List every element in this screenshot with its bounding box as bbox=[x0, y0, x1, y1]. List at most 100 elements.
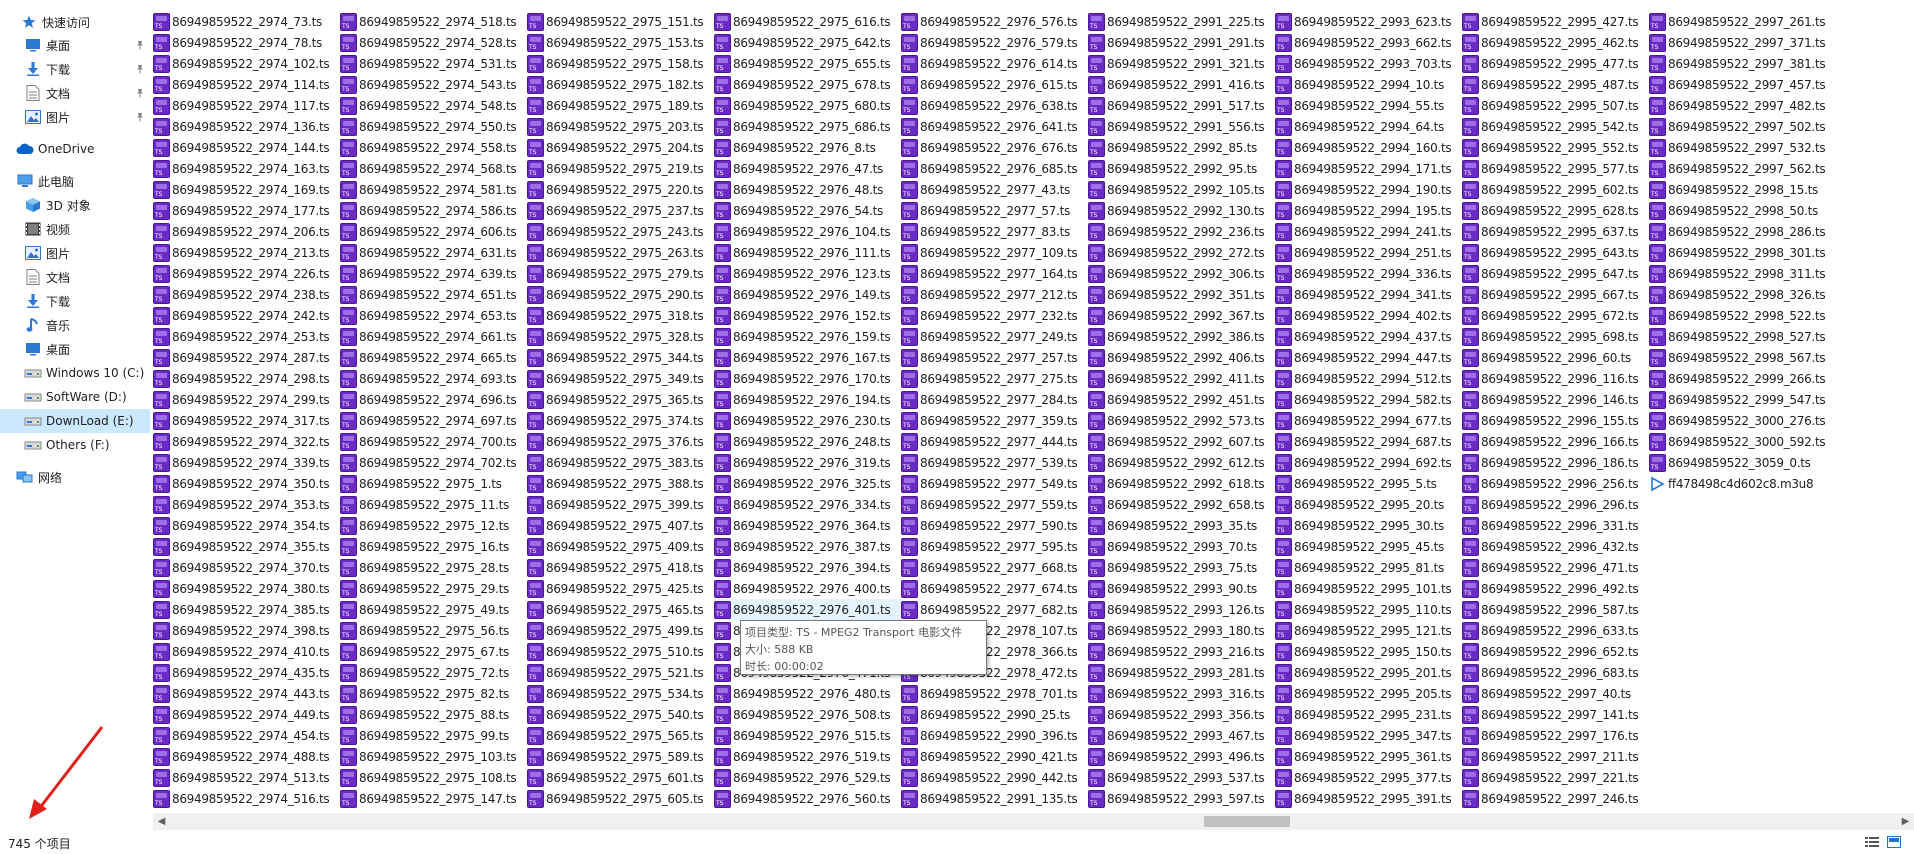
file-item[interactable]: 86949859522_2996_60.ts bbox=[1462, 347, 1650, 368]
file-item[interactable]: 86949859522_2976_560.ts bbox=[714, 788, 902, 809]
file-item[interactable]: 86949859522_2995_45.ts bbox=[1275, 536, 1463, 557]
file-item[interactable]: 86949859522_2996_587.ts bbox=[1462, 599, 1650, 620]
nav-item-cloud[interactable]: OneDrive bbox=[0, 137, 150, 161]
file-item[interactable]: 86949859522_2975_655.ts bbox=[714, 53, 902, 74]
file-item[interactable]: 86949859522_2976_394.ts bbox=[714, 557, 902, 578]
file-item[interactable]: 86949859522_2993_662.ts bbox=[1275, 32, 1463, 53]
file-item[interactable]: 86949859522_2974_700.ts bbox=[340, 431, 528, 452]
file-item[interactable]: 86949859522_2993_467.ts bbox=[1088, 725, 1276, 746]
file-item[interactable]: 86949859522_2995_628.ts bbox=[1462, 200, 1650, 221]
file-item[interactable]: 86949859522_2975_465.ts bbox=[527, 599, 715, 620]
file-item[interactable]: 86949859522_2975_349.ts bbox=[527, 368, 715, 389]
file-item[interactable]: 86949859522_2996_116.ts bbox=[1462, 368, 1650, 389]
file-item[interactable]: 86949859522_2977_232.ts bbox=[901, 305, 1089, 326]
file-item[interactable]: 86949859522_2997_482.ts bbox=[1649, 95, 1837, 116]
file-item[interactable]: 86949859522_2975_376.ts bbox=[527, 431, 715, 452]
file-item[interactable]: 86949859522_2996_471.ts bbox=[1462, 557, 1650, 578]
file-item[interactable]: 86949859522_2975_407.ts bbox=[527, 515, 715, 536]
file-item[interactable]: 86949859522_2994_447.ts bbox=[1275, 347, 1463, 368]
file-item[interactable]: 86949859522_3000_276.ts bbox=[1649, 410, 1837, 431]
file-item[interactable]: 86949859522_2975_88.ts bbox=[340, 704, 528, 725]
file-item[interactable]: 86949859522_2976_400.ts bbox=[714, 578, 902, 599]
file-item[interactable]: 86949859522_2992_411.ts bbox=[1088, 368, 1276, 389]
file-item[interactable]: 86949859522_2993_316.ts bbox=[1088, 683, 1276, 704]
file-item[interactable]: 86949859522_2992_130.ts bbox=[1088, 200, 1276, 221]
file-item[interactable]: 86949859522_2975_158.ts bbox=[527, 53, 715, 74]
file-item[interactable]: 86949859522_2991_517.ts bbox=[1088, 95, 1276, 116]
file-item[interactable]: 86949859522_2995_507.ts bbox=[1462, 95, 1650, 116]
file-item[interactable]: 86949859522_2975_243.ts bbox=[527, 221, 715, 242]
file-item[interactable]: 86949859522_2975_499.ts bbox=[527, 620, 715, 641]
file-item[interactable]: 86949859522_2977_212.ts bbox=[901, 284, 1089, 305]
file-item[interactable]: 86949859522_2974_169.ts bbox=[153, 179, 341, 200]
file-item[interactable]: 86949859522_2974_322.ts bbox=[153, 431, 341, 452]
file-item[interactable]: 86949859522_2976_519.ts bbox=[714, 746, 902, 767]
file-item[interactable]: 86949859522_2978_701.ts bbox=[901, 683, 1089, 704]
file-item[interactable]: 86949859522_2990_25.ts bbox=[901, 704, 1089, 725]
file-item[interactable]: 86949859522_2974_558.ts bbox=[340, 137, 528, 158]
scroll-left-icon[interactable]: ◀ bbox=[153, 813, 170, 830]
file-item[interactable]: 86949859522_2992_612.ts bbox=[1088, 452, 1276, 473]
file-item[interactable]: 86949859522_2996_186.ts bbox=[1462, 452, 1650, 473]
file-item[interactable]: 86949859522_2996_432.ts bbox=[1462, 536, 1650, 557]
file-item[interactable]: 86949859522_2997_532.ts bbox=[1649, 137, 1837, 158]
file-item[interactable]: 86949859522_2974_114.ts bbox=[153, 74, 341, 95]
file-item[interactable]: 86949859522_2994_336.ts bbox=[1275, 263, 1463, 284]
file-item[interactable]: 86949859522_2975_374.ts bbox=[527, 410, 715, 431]
file-item[interactable]: 86949859522_2974_73.ts bbox=[153, 11, 341, 32]
file-item[interactable]: 86949859522_2994_687.ts bbox=[1275, 431, 1463, 452]
file-item[interactable]: 86949859522_2974_518.ts bbox=[340, 11, 528, 32]
file-item[interactable]: 86949859522_2976_149.ts bbox=[714, 284, 902, 305]
file-item[interactable]: 86949859522_2996_146.ts bbox=[1462, 389, 1650, 410]
file-item[interactable]: 86949859522_2974_238.ts bbox=[153, 284, 341, 305]
file-item[interactable]: 86949859522_2975_49.ts bbox=[340, 599, 528, 620]
file-item[interactable]: 86949859522_2976_401.ts bbox=[714, 599, 902, 620]
file-item[interactable]: 86949859522_2995_231.ts bbox=[1275, 704, 1463, 725]
file-item[interactable]: 86949859522_2994_64.ts bbox=[1275, 116, 1463, 137]
large-icons-view-icon[interactable] bbox=[1886, 834, 1902, 850]
file-item[interactable]: 86949859522_2975_153.ts bbox=[527, 32, 715, 53]
file-item[interactable]: 86949859522_2975_56.ts bbox=[340, 620, 528, 641]
pin-icon[interactable] bbox=[134, 63, 146, 75]
file-item[interactable]: 86949859522_2976_614.ts bbox=[901, 53, 1089, 74]
file-item[interactable]: 86949859522_2992_618.ts bbox=[1088, 473, 1276, 494]
file-item[interactable]: 86949859522_2977_444.ts bbox=[901, 431, 1089, 452]
file-item[interactable]: 86949859522_2974_548.ts bbox=[340, 95, 528, 116]
file-item[interactable]: 86949859522_2992_367.ts bbox=[1088, 305, 1276, 326]
file-item[interactable]: 86949859522_2974_410.ts bbox=[153, 641, 341, 662]
nav-item-drive[interactable]: DownLoad (E:) bbox=[0, 409, 150, 433]
file-item[interactable]: 86949859522_2975_147.ts bbox=[340, 788, 528, 809]
file-item[interactable]: 86949859522_2977_284.ts bbox=[901, 389, 1089, 410]
file-item[interactable]: 86949859522_2974_78.ts bbox=[153, 32, 341, 53]
file-item[interactable]: 86949859522_2997_211.ts bbox=[1462, 746, 1650, 767]
file-item[interactable]: 86949859522_2974_242.ts bbox=[153, 305, 341, 326]
file-item[interactable]: 86949859522_2993_281.ts bbox=[1088, 662, 1276, 683]
file-item[interactable]: 86949859522_2975_12.ts bbox=[340, 515, 528, 536]
nav-item-star[interactable]: 快速访问 bbox=[0, 10, 150, 34]
file-item[interactable]: 86949859522_2994_171.ts bbox=[1275, 158, 1463, 179]
file-item[interactable]: 86949859522_2995_20.ts bbox=[1275, 494, 1463, 515]
file-item[interactable]: 86949859522_2975_678.ts bbox=[714, 74, 902, 95]
file-item[interactable]: 86949859522_2975_204.ts bbox=[527, 137, 715, 158]
file-item[interactable]: 86949859522_2974_449.ts bbox=[153, 704, 341, 725]
file-item[interactable]: 86949859522_2977_682.ts bbox=[901, 599, 1089, 620]
nav-item-pictures[interactable]: 图片 bbox=[0, 241, 150, 265]
file-item[interactable]: 86949859522_2995_542.ts bbox=[1462, 116, 1650, 137]
file-item[interactable]: 86949859522_2976_123.ts bbox=[714, 263, 902, 284]
file-item[interactable]: 86949859522_2976_480.ts bbox=[714, 683, 902, 704]
file-item[interactable]: 86949859522_2975_680.ts bbox=[714, 95, 902, 116]
nav-item-desktop[interactable]: 桌面 bbox=[0, 337, 150, 361]
file-item[interactable]: 86949859522_2975_344.ts bbox=[527, 347, 715, 368]
file-item[interactable]: 86949859522_2975_642.ts bbox=[714, 32, 902, 53]
file-item[interactable]: 86949859522_2995_667.ts bbox=[1462, 284, 1650, 305]
file-item[interactable]: 86949859522_2993_75.ts bbox=[1088, 557, 1276, 578]
file-item[interactable]: 86949859522_2976_576.ts bbox=[901, 11, 1089, 32]
file-item[interactable]: 86949859522_2996_652.ts bbox=[1462, 641, 1650, 662]
file-item[interactable]: 86949859522_2976_159.ts bbox=[714, 326, 902, 347]
file-item[interactable]: 86949859522_2974_550.ts bbox=[340, 116, 528, 137]
file-item[interactable]: 86949859522_2977_83.ts bbox=[901, 221, 1089, 242]
file-item[interactable]: 86949859522_2975_11.ts bbox=[340, 494, 528, 515]
file-item[interactable]: 86949859522_2976_48.ts bbox=[714, 179, 902, 200]
file-item[interactable]: 86949859522_2990_421.ts bbox=[901, 746, 1089, 767]
file-item[interactable]: 86949859522_2977_249.ts bbox=[901, 326, 1089, 347]
